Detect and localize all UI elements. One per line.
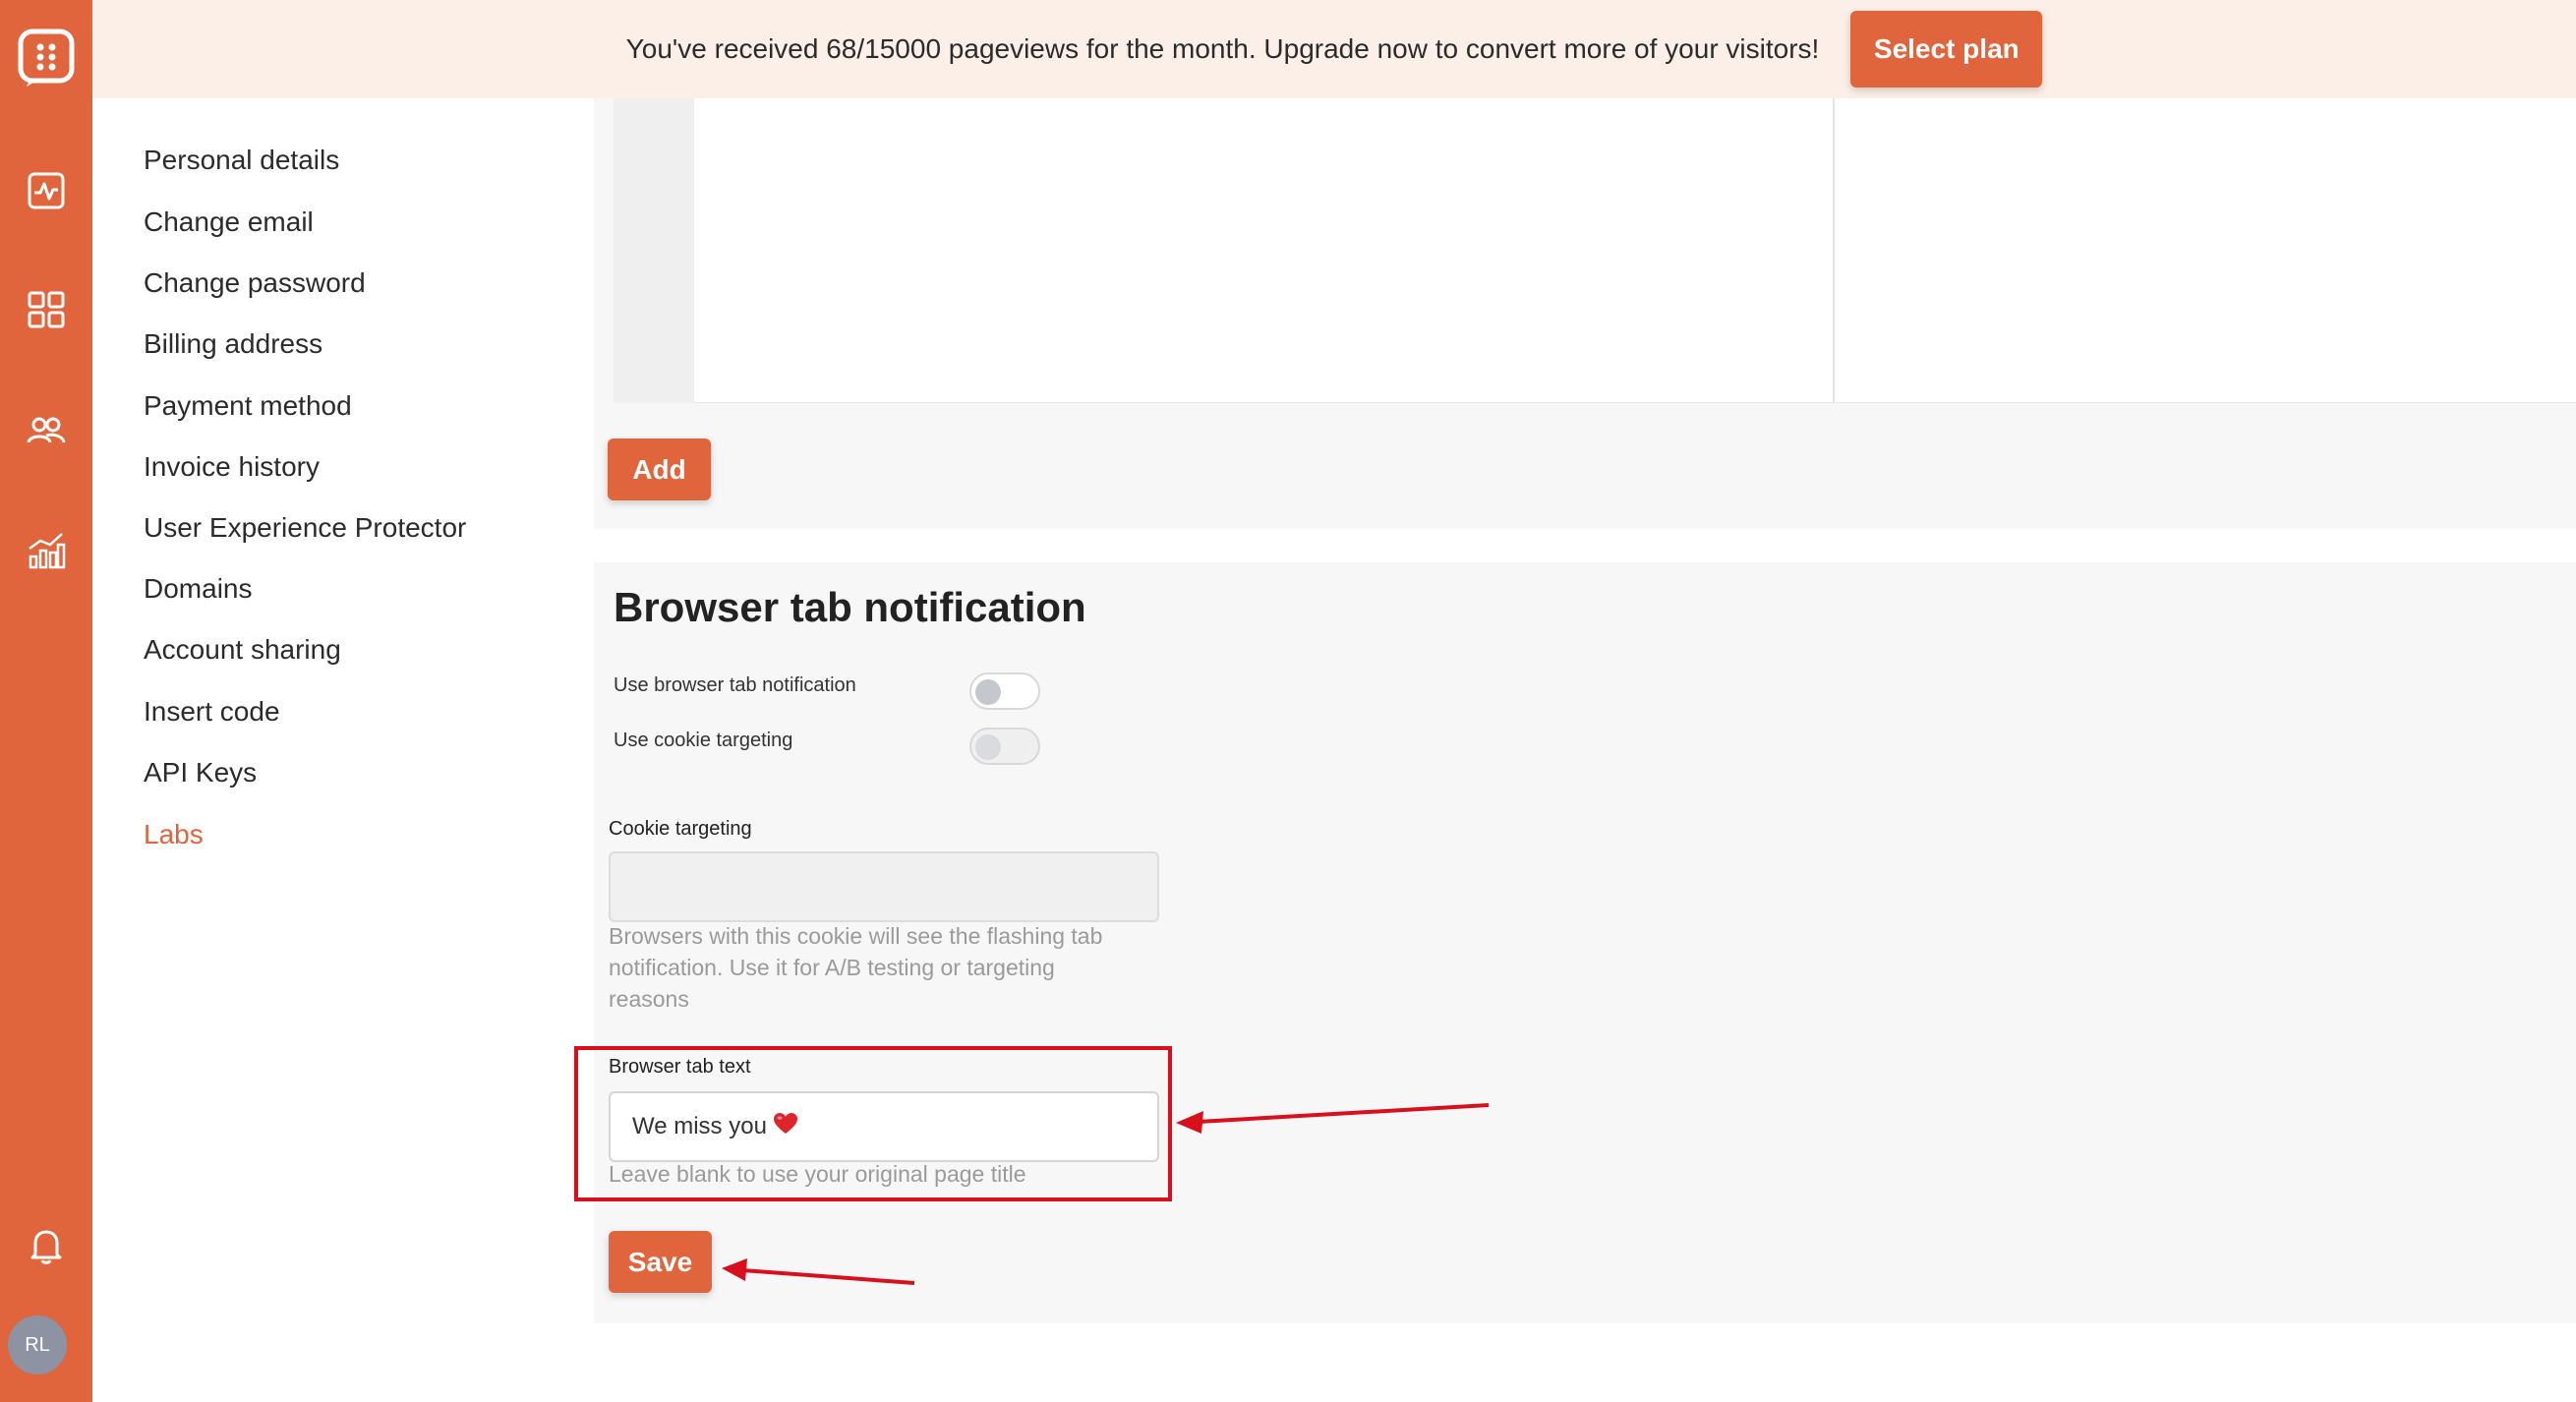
avatar[interactable]: RL (8, 1315, 67, 1374)
browser-tab-text-value: We miss you (632, 1113, 767, 1139)
sidebar-item-personal-details[interactable]: Personal details (144, 145, 339, 176)
sidebar-item-insert-code[interactable]: Insert code (144, 696, 280, 728)
toggle-knob (975, 679, 1001, 705)
sidebar-item-user-experience-protector[interactable]: User Experience Protector (144, 512, 466, 544)
cookie-help-line: Browsers with this cookie will see the f… (609, 923, 1103, 949)
sidebar-item-account-sharing[interactable]: Account sharing (144, 634, 341, 666)
sidebar-item-invoice-history[interactable]: Invoice history (144, 451, 320, 483)
sidebar-item-change-email[interactable]: Change email (144, 206, 314, 238)
banner-text: You've received 68/15000 pageviews for t… (625, 33, 1820, 64)
code-editor[interactable] (614, 98, 2576, 403)
cookie-targeting-label: Cookie targeting (609, 818, 752, 840)
sidebar-item-domains[interactable]: Domains (144, 573, 252, 605)
browser-tab-text-label: Browser tab text (609, 1056, 751, 1078)
users-icon[interactable] (0, 411, 92, 450)
sidebar-item-payment-method[interactable]: Payment method (144, 390, 352, 422)
toggle-notification-label: Use browser tab notification (614, 674, 856, 696)
settings-sidebar: Personal details Change email Change pas… (92, 98, 545, 1402)
sidebar-item-billing-address[interactable]: Billing address (144, 328, 322, 360)
cookie-targeting-toggle[interactable] (969, 728, 1040, 765)
activity-icon[interactable] (0, 171, 92, 210)
editor-divider (1833, 98, 1835, 403)
upgrade-banner: You've received 68/15000 pageviews for t… (92, 0, 2576, 98)
dashboard-grid-icon[interactable] (0, 290, 92, 329)
analytics-chart-icon[interactable] (0, 531, 92, 570)
browser-tab-text-help: Leave blank to use your original page ti… (609, 1161, 1026, 1187)
cookie-help-line: notification. Use it for A/B testing or … (609, 955, 1055, 980)
app-logo-icon[interactable] (0, 28, 92, 87)
heart-emoji-icon (773, 1112, 798, 1142)
save-button[interactable]: Save (609, 1231, 712, 1293)
toggle-cookie-label: Use cookie targeting (614, 730, 793, 751)
code-panel: Add (594, 98, 2576, 529)
section-title: Browser tab notification (614, 584, 1086, 630)
cookie-help-text: Browsers with this cookie will see the f… (609, 920, 1102, 1015)
browser-tab-notification-panel: Browser tab notification Use browser tab… (574, 562, 2576, 1323)
browser-tab-text-input[interactable]: We miss you (609, 1091, 1159, 1162)
select-plan-button[interactable]: Select plan (1850, 11, 2043, 88)
left-rail: RL (0, 0, 92, 1402)
toggle-knob (975, 734, 1001, 760)
sidebar-item-api-keys[interactable]: API Keys (144, 757, 257, 789)
sidebar-item-labs[interactable]: Labs (144, 819, 204, 850)
main-content: Add Browser tab notification Use browser… (545, 98, 2576, 1402)
add-button[interactable]: Add (608, 438, 711, 500)
cookie-help-line: reasons (609, 986, 689, 1012)
cookie-targeting-input[interactable] (609, 851, 1159, 922)
sidebar-item-change-password[interactable]: Change password (144, 267, 366, 299)
editor-gutter (614, 98, 694, 403)
browser-tab-notification-toggle[interactable] (969, 672, 1040, 710)
bell-icon[interactable] (0, 1227, 92, 1264)
